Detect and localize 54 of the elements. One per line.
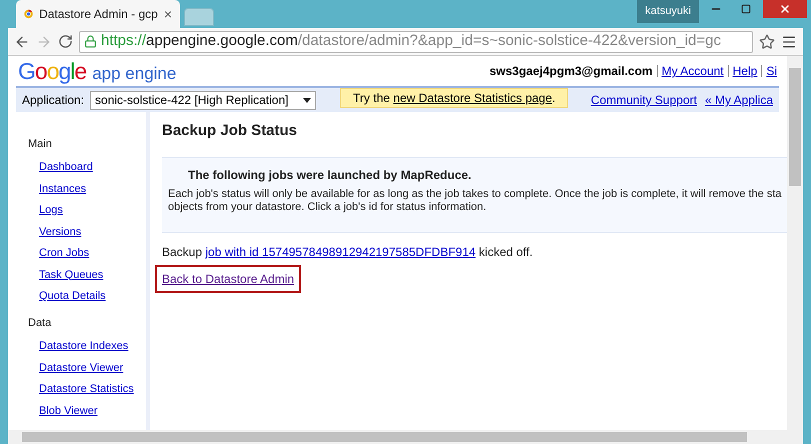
close-icon bbox=[779, 3, 791, 15]
vertical-scrollbar[interactable] bbox=[787, 56, 803, 430]
product-name: app engine bbox=[92, 62, 176, 85]
scrollbar-thumb[interactable] bbox=[22, 432, 747, 442]
header-link[interactable]: Si bbox=[766, 62, 777, 80]
reload-icon[interactable] bbox=[58, 34, 73, 49]
notice-text: Try the new Datastore Statistics page. bbox=[353, 90, 556, 107]
user-name: katsuyuki bbox=[637, 0, 699, 22]
info-text: Each job's status will only be available for as long as the job takes to complete. Once the job is complete, it will remove the sta bbox=[168, 188, 783, 200]
sidebar-link[interactable]: Datastore Indexes bbox=[16, 339, 128, 353]
app-bar-link[interactable]: Community Support bbox=[590, 91, 697, 109]
notice-link[interactable]: new Datastore Statistics page bbox=[393, 91, 552, 105]
dropdown-caret-icon bbox=[303, 98, 312, 102]
sidebar-link[interactable]: Cron Jobs bbox=[16, 246, 90, 260]
sidebar-link[interactable]: Blob Viewer bbox=[16, 404, 98, 418]
maximize-icon bbox=[741, 4, 751, 14]
close-button[interactable] bbox=[763, 0, 807, 18]
address-field[interactable]: https://appengine.google.com/datastore/admin?&app_id=s~sonic-solstice-422&version_id=gc bbox=[79, 30, 753, 52]
sidebar-link[interactable]: Task Queues bbox=[16, 268, 104, 282]
tab-close-button[interactable]: × bbox=[164, 4, 172, 24]
header-link[interactable]: Help bbox=[732, 62, 758, 80]
sidebar-link[interactable]: Dashboard bbox=[16, 160, 93, 174]
backup-status-text: Backup job with id 15749578498912942197585DFDBF914 kicked off. bbox=[162, 244, 534, 260]
scrollbar-thumb[interactable] bbox=[789, 68, 801, 186]
menu-icon[interactable] bbox=[781, 34, 797, 50]
sidebar-link[interactable]: Quota Details bbox=[16, 289, 106, 303]
forward-icon[interactable] bbox=[36, 34, 52, 50]
url-text: https://appengine.google.com/datastore/admin?&app_id=s~sonic-solstice-422&version_id=gc bbox=[101, 32, 721, 52]
google-logo: Google bbox=[18, 56, 86, 86]
account-email: sws3gaej4pgm3@gmail.com bbox=[490, 63, 653, 80]
browser-tab[interactable]: Datastore Admin - gcp × bbox=[16, 0, 180, 28]
sidebar-link[interactable]: Datastore Statistics bbox=[16, 382, 134, 396]
info-text: objects from your datastore. Click a job's id for status information. bbox=[168, 200, 488, 214]
sidebar-link[interactable]: Datastore Viewer bbox=[16, 360, 124, 374]
back-icon[interactable] bbox=[14, 34, 30, 50]
chrome-logo-icon bbox=[24, 7, 34, 21]
bookmark-star-icon[interactable] bbox=[759, 34, 775, 50]
sidebar-link[interactable]: Instances bbox=[16, 182, 86, 196]
info-heading: The following jobs were launched by MapReduce. bbox=[187, 166, 472, 184]
back-to-admin-link[interactable]: Back to Datastore Admin bbox=[162, 270, 294, 288]
new-tab-button[interactable] bbox=[184, 8, 214, 26]
app-bar-link[interactable]: « My Applica bbox=[704, 91, 773, 109]
sidebar-heading: Data bbox=[27, 316, 52, 331]
page-title: Backup Job Status bbox=[162, 121, 298, 141]
horizontal-scrollbar[interactable] bbox=[8, 430, 803, 444]
sidebar-link[interactable]: Versions bbox=[16, 224, 82, 238]
sidebar-heading: Main bbox=[27, 137, 53, 152]
lock-icon bbox=[84, 35, 97, 48]
tab-title: Datastore Admin - gcp bbox=[39, 6, 158, 23]
job-link[interactable]: job with id 15749578498912942197585DFDBF914 bbox=[205, 244, 476, 258]
sidebar-link[interactable]: Logs bbox=[16, 203, 63, 217]
header-link[interactable]: My Account bbox=[662, 62, 724, 80]
application-select[interactable]: sonic-solstice-422 [High Replication] bbox=[90, 90, 316, 110]
application-label: Application: bbox=[22, 92, 84, 109]
